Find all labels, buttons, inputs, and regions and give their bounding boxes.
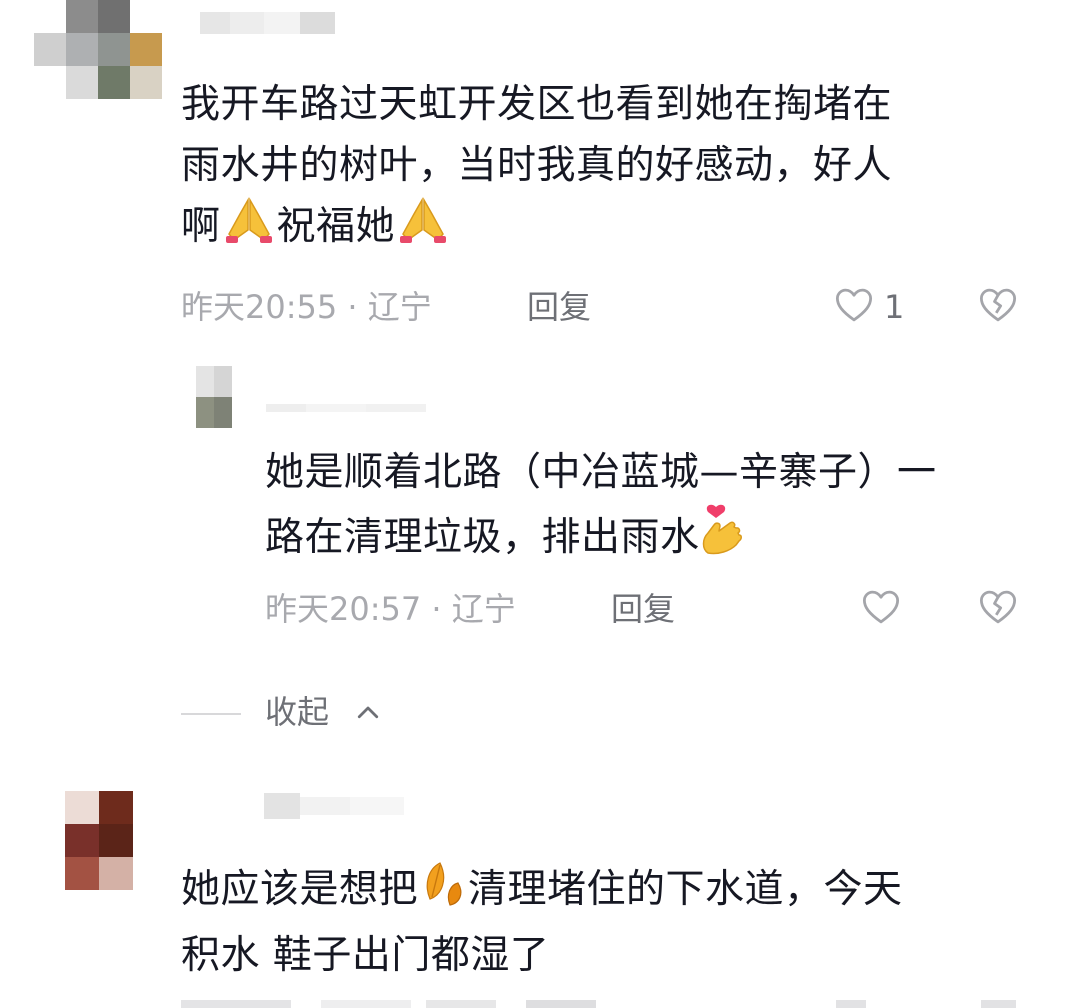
finger-heart-emoji [700,503,746,573]
reply-button[interactable]: 回复 [611,589,675,629]
avatar[interactable] [65,791,133,890]
chevron-up-icon [353,698,383,732]
comment-line: 她是顺着北路（中冶蓝城—辛寨子）一 [265,450,937,495]
comment-line: 雨水井的树叶，当时我真的好感动，好人 [181,143,893,188]
partial-meta-row [181,998,1021,1008]
leaves-emoji [418,857,468,925]
collapse-label: 收起 [265,693,330,731]
heart-icon[interactable] [833,284,875,330]
comment-timestamp: 昨天20:55 · 辽宁 [181,288,432,326]
comment-text: 我开车路过天虹开发区也看到她在掏堵在 雨水井的树叶，当时我真的好感动，好人 啊 … [181,74,892,262]
praying-hands-emoji [395,196,451,262]
comment-fragment: 祝福她 [276,204,396,249]
comment-text: 她应该是想把 清理堵住的下水道，今天 积水 鞋子出门都湿了 [181,857,903,986]
comment-line: 积水 鞋子出门都湿了 [181,933,550,978]
comment-fragment: 啊 [181,204,221,249]
reply-button[interactable]: 回复 [527,287,591,327]
broken-heart-icon[interactable] [977,586,1019,632]
collapse-divider [181,713,241,715]
comment-fragment: 她应该是想把 [181,867,419,912]
avatar[interactable] [34,0,162,99]
comment-fragment: 清理堵住的下水道，今天 [468,867,903,912]
comment-line: 她应该是想把 清理堵住的下水道，今天 [181,857,903,925]
praying-hands-emoji [221,196,277,262]
heart-icon[interactable] [860,586,902,632]
username-blurred[interactable] [266,404,426,416]
comment-fragment: 路在清理垃圾，排出雨水 [265,515,700,560]
collapse-replies-button[interactable]: 收起 [265,692,395,734]
comment-line: 我开车路过天虹开发区也看到她在掏堵在 [181,82,893,127]
comment-line: 啊 祝福她 [181,196,892,262]
avatar[interactable] [196,366,232,428]
comment-text: 她是顺着北路（中冶蓝城—辛寨子）一 路在清理垃圾，排出雨水 [265,442,937,573]
broken-heart-icon[interactable] [977,284,1019,330]
username-blurred[interactable] [200,12,335,34]
comment-line: 路在清理垃圾，排出雨水 [265,503,937,573]
comment-timestamp: 昨天20:57 · 辽宁 [265,590,516,628]
username-blurred[interactable] [264,793,404,819]
like-count: 1 [884,288,905,326]
